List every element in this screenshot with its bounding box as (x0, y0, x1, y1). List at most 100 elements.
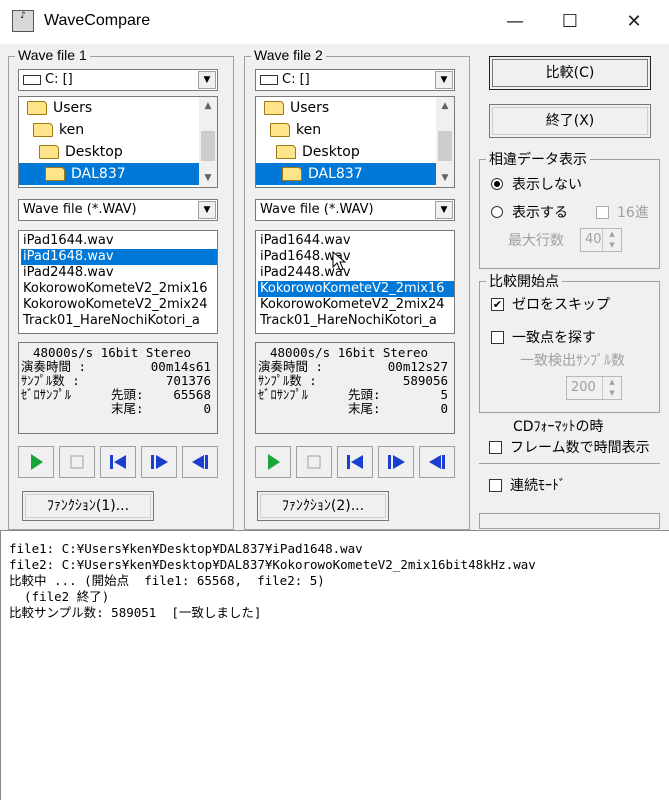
chevron-down-icon[interactable]: ▼ (198, 201, 216, 219)
chevron-down-icon[interactable]: ▼ (435, 201, 453, 219)
scroll-thumb[interactable] (201, 131, 215, 161)
list-item[interactable]: KokorowoKometeV2_2mix16 (21, 281, 217, 297)
head-value: 5 (440, 387, 448, 402)
scroll-up-icon[interactable]: ▲ (199, 97, 217, 115)
play-button[interactable] (18, 446, 54, 478)
minimize-button[interactable]: — (493, 0, 537, 44)
match-samples-spinner[interactable]: 200 ▲ ▼ (566, 376, 622, 400)
folder-open-icon (45, 167, 65, 181)
list-item[interactable]: Track01_HareNochiKotori_a (21, 313, 217, 329)
radio-show-label[interactable]: 表示する (512, 202, 568, 222)
drive-select-1[interactable]: C: [] ▼ (18, 69, 218, 91)
find-match-label[interactable]: 一致点を探す (512, 327, 596, 347)
drive-select-2[interactable]: C: [] ▼ (255, 69, 455, 91)
spinner-arrows-icon[interactable]: ▲ ▼ (602, 377, 621, 399)
log-line: file1: C:¥Users¥ken¥Desktop¥DAL837¥iPad1… (9, 541, 363, 556)
list-item[interactable]: KokorowoKometeV2_2mix24 (258, 297, 454, 313)
continuous-mode-label[interactable]: 連続ﾓｰﾄﾞ (510, 475, 566, 495)
maximize-button[interactable]: ☐ (548, 0, 592, 44)
dir-item-users[interactable]: Users (264, 97, 329, 119)
list-item[interactable]: iPad1648.wav (258, 249, 454, 265)
dir-item-ken[interactable]: ken (270, 119, 321, 141)
dir-item-dal837[interactable]: DAL837 (19, 163, 200, 185)
file-list-2[interactable]: iPad1644.wav iPad1648.wav iPad2448.wav K… (255, 230, 455, 334)
skip-zero-label[interactable]: ゼロをスキップ (512, 294, 610, 314)
hex-checkbox[interactable] (596, 206, 609, 219)
file-type-select-2[interactable]: Wave file (*.WAV) ▼ (255, 199, 455, 221)
title-bar[interactable]: ♪ WaveCompare — ☐ ✕ (0, 0, 669, 44)
cd-format-label: CDﾌｫｰﾏｯﾄの時 (513, 419, 604, 435)
dir-scrollbar-2[interactable]: ▲ ▼ (436, 97, 454, 187)
head-label: 先頭: (111, 387, 144, 402)
hex-label: 16進 (617, 205, 649, 221)
tail-value: 0 (203, 401, 211, 416)
step-forward-button[interactable] (378, 446, 414, 478)
file-list-1[interactable]: iPad1644.wav iPad1648.wav iPad2448.wav K… (18, 230, 218, 334)
list-item[interactable]: KokorowoKometeV2_2mix16 (258, 281, 454, 297)
scroll-down-icon[interactable]: ▼ (199, 169, 217, 187)
stop-icon (307, 455, 321, 469)
list-item[interactable]: iPad1644.wav (21, 233, 217, 249)
exit-button[interactable]: 終了(X) (489, 104, 651, 138)
chevron-down-icon[interactable]: ▼ (435, 71, 453, 89)
dir-item-desktop[interactable]: Desktop (39, 141, 123, 163)
stop-button[interactable] (296, 446, 332, 478)
log-output[interactable]: file1: C:¥Users¥ken¥Desktop¥DAL837¥iPad1… (0, 530, 669, 800)
find-match-checkbox[interactable] (491, 331, 504, 344)
tail-label: 末尾: (348, 401, 381, 416)
dir-item-desktop[interactable]: Desktop (276, 141, 360, 163)
step-forward-icon (151, 455, 168, 469)
wave-file-1-title: Wave file 1 (15, 47, 90, 63)
function-2-button[interactable]: ﾌｧﾝｸｼｮﾝ(2)... (257, 491, 389, 521)
max-rows-spinner[interactable]: 40 ▲ ▼ (580, 228, 622, 252)
frame-display-checkbox[interactable] (489, 441, 502, 454)
dir-item-users[interactable]: Users (27, 97, 92, 119)
client-area: Wave file 1 C: [] ▼ Users ken Desktop DA… (0, 44, 669, 530)
dir-item-ken[interactable]: ken (33, 119, 84, 141)
list-item[interactable]: iPad2448.wav (21, 265, 217, 281)
scroll-thumb[interactable] (438, 131, 452, 161)
format-text: 48000s/s 16bit Stereo (270, 345, 429, 360)
file-type-select-1[interactable]: Wave file (*.WAV) ▼ (18, 199, 218, 221)
directory-list-1[interactable]: Users ken Desktop DAL837 ▲ ▼ (18, 96, 218, 188)
close-button[interactable]: ✕ (612, 0, 656, 44)
go-end-button[interactable] (182, 446, 218, 478)
rewind-start-button[interactable] (100, 446, 136, 478)
skip-zero-checkbox[interactable]: ✔ (491, 298, 504, 311)
dir-scrollbar-1[interactable]: ▲ ▼ (199, 97, 217, 187)
list-item[interactable]: iPad1644.wav (258, 233, 454, 249)
file-info-2: 48000s/s 16bit Stereo 演奏時間 : 00m12s27 ｻﾝ… (255, 342, 455, 434)
list-item[interactable]: Track01_HareNochiKotori_a (258, 313, 454, 329)
play-button[interactable] (255, 446, 291, 478)
scroll-down-icon[interactable]: ▼ (436, 169, 454, 187)
drive-icon (23, 74, 41, 85)
stop-button[interactable] (59, 446, 95, 478)
compare-button[interactable]: 比較(C) (489, 56, 651, 90)
directory-list-2[interactable]: Users ken Desktop DAL837 ▲ ▼ (255, 96, 455, 188)
radio-hide-label[interactable]: 表示しない (512, 174, 582, 194)
go-end-button[interactable] (419, 446, 455, 478)
scroll-up-icon[interactable]: ▲ (436, 97, 454, 115)
continuous-mode-checkbox[interactable] (489, 479, 502, 492)
diff-display-title: 相違データ表示 (486, 149, 590, 169)
samples-value: 701376 (165, 373, 211, 388)
radio-hide[interactable] (491, 178, 503, 190)
list-item[interactable]: KokorowoKometeV2_2mix24 (21, 297, 217, 313)
duration-label: 演奏時間 : (258, 359, 324, 374)
rewind-start-button[interactable] (337, 446, 373, 478)
radio-show[interactable] (491, 206, 503, 218)
list-item[interactable]: iPad1648.wav (21, 249, 217, 265)
frame-display-label[interactable]: フレーム数で時間表示 (510, 437, 650, 457)
dir-item-dal837[interactable]: DAL837 (256, 163, 437, 185)
step-forward-button[interactable] (141, 446, 177, 478)
spinner-arrows-icon[interactable]: ▲ ▼ (602, 229, 621, 251)
head-value: 65568 (173, 387, 211, 402)
chevron-down-icon[interactable]: ▼ (198, 71, 216, 89)
folder-open-icon (27, 101, 47, 115)
function-1-button[interactable]: ﾌｧﾝｸｼｮﾝ(1)... (22, 491, 154, 521)
head-label: 先頭: (348, 387, 381, 402)
folder-open-icon (264, 101, 284, 115)
folder-open-icon (270, 123, 290, 137)
skip-back-icon (347, 455, 363, 469)
list-item[interactable]: iPad2448.wav (258, 265, 454, 281)
